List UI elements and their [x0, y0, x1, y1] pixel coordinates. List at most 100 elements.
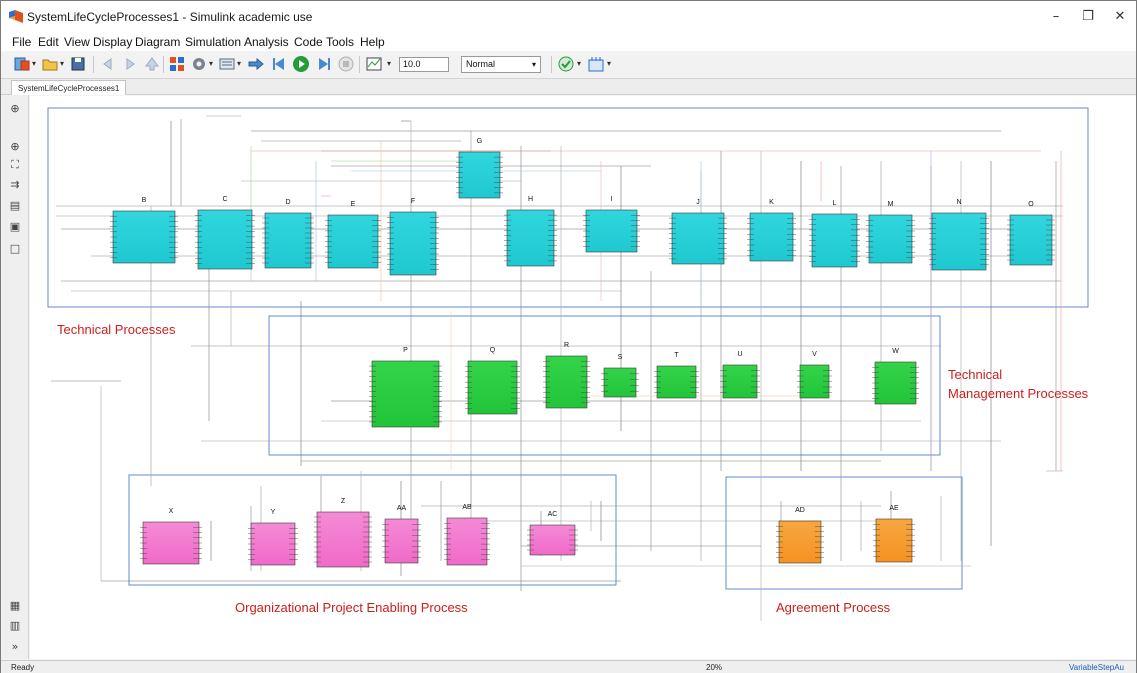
- update-diagram-icon[interactable]: [247, 55, 265, 73]
- block-label-o: O: [1028, 201, 1034, 208]
- configuration-icon[interactable]: [218, 55, 236, 73]
- block-k[interactable]: [749, 212, 794, 262]
- arrow-icon[interactable]: ⇉: [8, 178, 22, 192]
- group-frame-technical: [47, 107, 1089, 308]
- back-icon[interactable]: [99, 55, 117, 73]
- group-label-organizational: Organizational Project Enabling Process: [235, 600, 468, 615]
- block-h[interactable]: [506, 209, 555, 267]
- block-e[interactable]: [327, 214, 379, 269]
- simulation-mode-select[interactable]: Normal ▾: [461, 56, 541, 73]
- save-icon[interactable]: [69, 55, 87, 73]
- block-label-s: S: [618, 354, 623, 361]
- block-n[interactable]: [931, 212, 987, 271]
- block-diagram[interactable]: B C D E F G H I J K L M N O P Q R S T U V W X Y Z AA AB AC AD AE Techn…: [30, 96, 1136, 659]
- model-browser-icon[interactable]: ▥: [8, 619, 22, 633]
- menu-simulation[interactable]: Simulation: [185, 35, 241, 49]
- block-label-h: H: [528, 196, 533, 203]
- block-q[interactable]: [467, 360, 518, 415]
- block-label-p: P: [403, 347, 408, 354]
- scope-icon[interactable]: [365, 55, 383, 73]
- menu-view[interactable]: View: [64, 35, 90, 49]
- hide-browser-icon[interactable]: ⊕: [8, 102, 22, 116]
- minimize-button[interactable]: –: [1041, 7, 1071, 27]
- tab-model[interactable]: SystemLifeCycleProcesses1: [11, 80, 127, 95]
- image-icon[interactable]: ▣: [8, 220, 22, 234]
- block-b[interactable]: [112, 210, 176, 264]
- fit-view-icon[interactable]: ⛶: [8, 158, 22, 172]
- block-i[interactable]: [585, 209, 638, 253]
- group-frame-agreement: [725, 476, 963, 590]
- block-c[interactable]: [197, 209, 253, 270]
- block-label-t: T: [674, 352, 679, 359]
- simulink-window: SystemLifeCycleProcesses1 - Simulink aca…: [0, 0, 1137, 673]
- menu-tools[interactable]: Tools: [326, 35, 354, 49]
- block-ac[interactable]: [529, 524, 576, 556]
- block-p[interactable]: [371, 360, 440, 428]
- menu-diagram[interactable]: Diagram: [135, 35, 180, 49]
- expand-icon[interactable]: »: [8, 640, 22, 654]
- restore-button[interactable]: ❐: [1073, 7, 1103, 27]
- library-browser-icon[interactable]: [13, 55, 31, 73]
- forward-icon[interactable]: [121, 55, 139, 73]
- zoom-in-icon[interactable]: ⊕: [8, 140, 22, 154]
- open-icon[interactable]: [41, 55, 59, 73]
- model-canvas[interactable]: B C D E F G H I J K L M N O P Q R S T U V W X Y Z AA AB AC AD AE Techn…: [30, 96, 1136, 659]
- block-ad[interactable]: [778, 520, 822, 564]
- settings-gear-icon[interactable]: [190, 55, 208, 73]
- stop-icon[interactable]: [337, 55, 355, 73]
- block-label-d: D: [285, 199, 290, 206]
- camera-icon[interactable]: ▦: [8, 599, 22, 613]
- simulink-app-icon: [9, 10, 23, 23]
- model-explorer-icon[interactable]: [168, 55, 186, 73]
- block-label-r: R: [564, 342, 569, 349]
- block-r[interactable]: [545, 355, 588, 409]
- annotation-icon[interactable]: ▤: [8, 199, 22, 213]
- menu-code[interactable]: Code: [294, 35, 323, 49]
- block-label-c: C: [222, 196, 227, 203]
- close-button[interactable]: ✕: [1105, 7, 1135, 27]
- block-label-j: J: [696, 199, 700, 206]
- block-label-m: M: [888, 201, 894, 208]
- area-icon[interactable]: □: [8, 242, 22, 256]
- block-label-e: E: [351, 201, 356, 208]
- block-label-k: K: [769, 199, 774, 206]
- block-label-g: G: [477, 138, 482, 145]
- model-tab-strip: SystemLifeCycleProcesses1: [1, 79, 1136, 95]
- block-label-y: Y: [271, 509, 276, 516]
- block-z[interactable]: [316, 511, 370, 568]
- model-advisor-icon[interactable]: [557, 55, 575, 73]
- solver-name[interactable]: VariableStepAu: [1069, 663, 1124, 672]
- block-f[interactable]: [389, 211, 437, 276]
- block-d[interactable]: [264, 212, 312, 269]
- run-icon[interactable]: [292, 55, 310, 73]
- up-icon[interactable]: [143, 55, 161, 73]
- block-g[interactable]: [458, 151, 501, 199]
- menu-edit[interactable]: Edit: [38, 35, 59, 49]
- block-label-b: B: [142, 197, 147, 204]
- toolbar: ▾ ▾ ▾ ▾ ▾ 10.0 Normal ▾ ▾ ▾: [1, 51, 1136, 79]
- block-label-v: V: [812, 351, 817, 358]
- block-y[interactable]: [250, 522, 296, 566]
- menu-help[interactable]: Help: [360, 35, 385, 49]
- block-o[interactable]: [1009, 214, 1053, 266]
- block-m[interactable]: [868, 214, 913, 264]
- step-back-icon[interactable]: [270, 55, 288, 73]
- step-forward-icon[interactable]: [315, 55, 333, 73]
- stop-time-input[interactable]: 10.0: [399, 57, 449, 72]
- group-label-agreement: Agreement Process: [776, 600, 891, 615]
- block-label-ab: AB: [462, 504, 472, 511]
- group-label-technical-management: Management Processes: [948, 386, 1089, 401]
- block-x[interactable]: [142, 521, 200, 565]
- build-icon[interactable]: [587, 55, 605, 73]
- block-label-ac: AC: [548, 511, 558, 518]
- block-l[interactable]: [811, 213, 858, 268]
- block-w[interactable]: [874, 361, 917, 405]
- menu-file[interactable]: File: [12, 35, 31, 49]
- block-label-aa: AA: [397, 505, 407, 512]
- block-s[interactable]: [603, 367, 637, 398]
- window-title: SystemLifeCycleProcesses1 - Simulink aca…: [27, 10, 313, 24]
- menu-analysis[interactable]: Analysis: [244, 35, 289, 49]
- block-j[interactable]: [671, 212, 725, 265]
- block-ab[interactable]: [446, 517, 488, 566]
- menu-display[interactable]: Display: [93, 35, 132, 49]
